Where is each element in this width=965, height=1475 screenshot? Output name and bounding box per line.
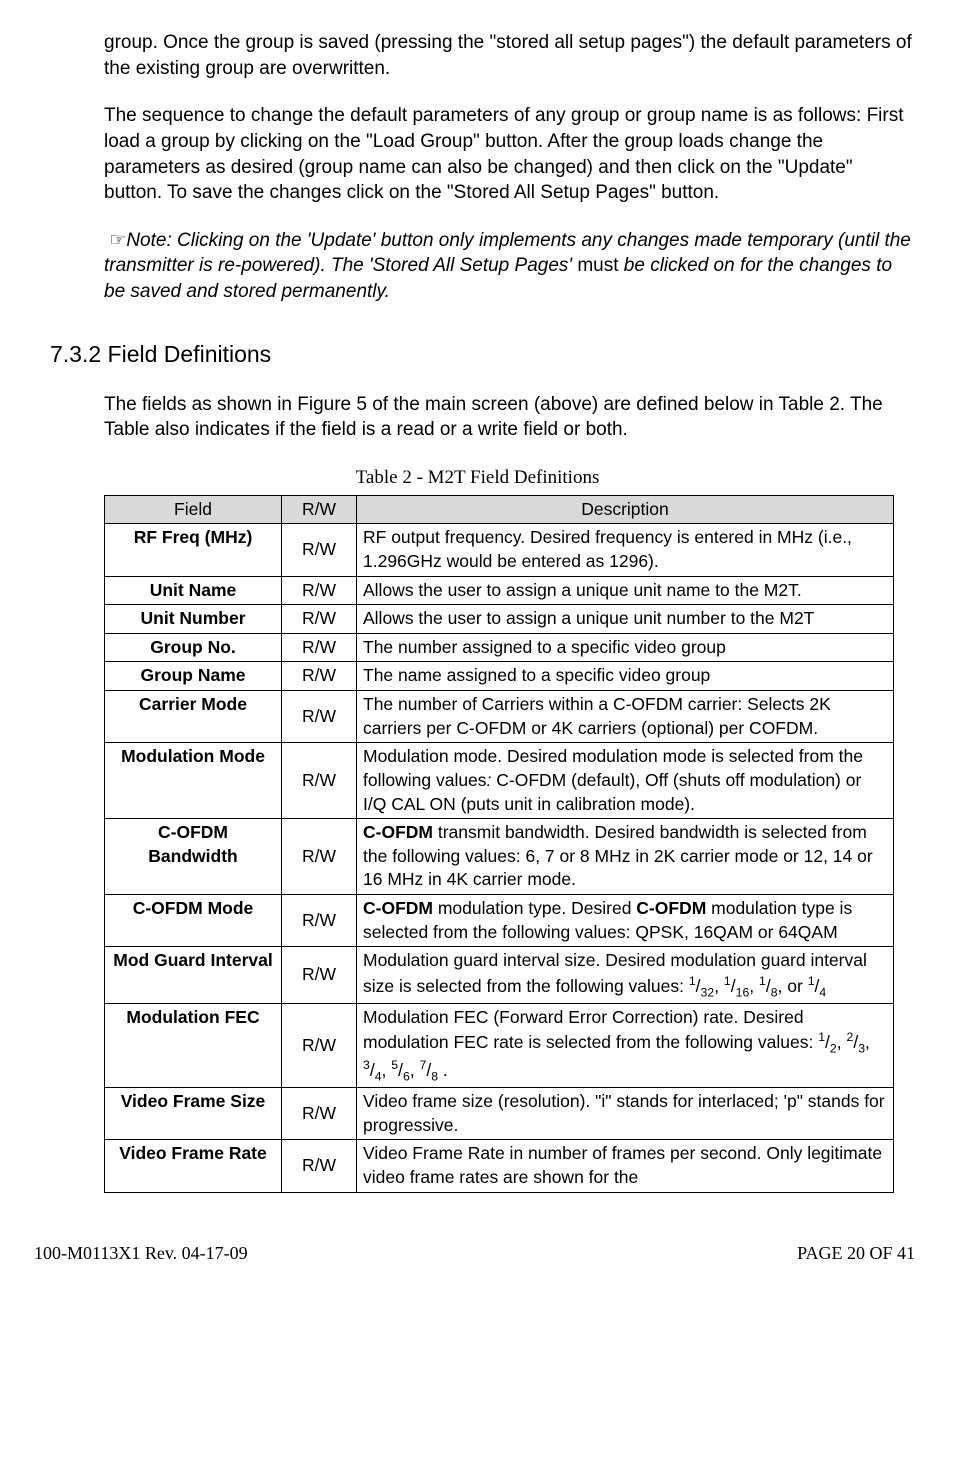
cell-rw: R/W [282,819,357,895]
table-row: Unit NameR/WAllows the user to assign a … [105,576,894,605]
field-definitions-table: Field R/W Description RF Freq (MHz)R/WRF… [104,495,894,1193]
cell-field: Video Frame Size [105,1088,282,1140]
table-row: Modulation ModeR/WModulation mode. Desir… [105,743,894,819]
note-icon: ☞ [104,230,126,251]
paragraph-sequence: The sequence to change the default param… [104,103,915,206]
cell-description: Modulation mode. Desired modulation mode… [357,743,894,819]
cell-rw: R/W [282,633,357,662]
header-rw: R/W [282,495,357,524]
paragraph-continuation: group. Once the group is saved (pressing… [104,30,915,81]
cell-description: C-OFDM transmit bandwidth. Desired bandw… [357,819,894,895]
footer-left: 100-M0113X1 Rev. 04-17-09 [34,1241,248,1265]
note-must: must [577,255,618,276]
cell-field: Video Frame Rate [105,1140,282,1192]
cell-description: Modulation FEC (Forward Error Correction… [357,1003,894,1087]
cell-rw: R/W [282,1140,357,1192]
cell-rw: R/W [282,895,357,947]
cell-description: Allows the user to assign a unique unit … [357,605,894,634]
table-row: C-OFDM ModeR/WC-OFDM modulation type. De… [105,895,894,947]
cell-rw: R/W [282,605,357,634]
section-heading: 7.3.2 Field Definitions [50,339,925,370]
table-row: C-OFDM BandwidthR/WC-OFDM transmit bandw… [105,819,894,895]
table-row: Carrier ModeR/WThe number of Carriers wi… [105,691,894,743]
cell-description: The number assigned to a specific video … [357,633,894,662]
intro-paragraph: The fields as shown in Figure 5 of the m… [104,392,915,443]
table-row: RF Freq (MHz)R/WRF output frequency. Des… [105,524,894,576]
section-title: Field Definitions [108,341,272,367]
cell-field: Modulation FEC [105,1003,282,1087]
cell-description: Allows the user to assign a unique unit … [357,576,894,605]
cell-description: Video Frame Rate in number of frames per… [357,1140,894,1192]
cell-rw: R/W [282,743,357,819]
cell-field: Carrier Mode [105,691,282,743]
cell-description: The name assigned to a specific video gr… [357,662,894,691]
cell-field: Unit Number [105,605,282,634]
table-row: Video Frame SizeR/WVideo frame size (res… [105,1088,894,1140]
section-number: 7.3.2 [50,341,101,367]
cell-field: RF Freq (MHz) [105,524,282,576]
footer-right: PAGE 20 OF 41 [797,1241,915,1265]
cell-description: The number of Carriers within a C-OFDM c… [357,691,894,743]
table-header-row: Field R/W Description [105,495,894,524]
cell-field: C-OFDM Mode [105,895,282,947]
cell-field: Mod Guard Interval [105,947,282,1003]
cell-description: Modulation guard interval size. Desired … [357,947,894,1003]
cell-rw: R/W [282,691,357,743]
cell-field: Group No. [105,633,282,662]
cell-field: Modulation Mode [105,743,282,819]
cell-field: Unit Name [105,576,282,605]
cell-rw: R/W [282,947,357,1003]
table-row: Video Frame RateR/WVideo Frame Rate in n… [105,1140,894,1192]
cell-field: C-OFDM Bandwidth [105,819,282,895]
table-row: Mod Guard IntervalR/WModulation guard in… [105,947,894,1003]
table-row: Group NameR/WThe name assigned to a spec… [105,662,894,691]
page-footer: 100-M0113X1 Rev. 04-17-09 PAGE 20 OF 41 [30,1241,925,1265]
header-field: Field [105,495,282,524]
note-paragraph: ☞Note: Clicking on the 'Update' button o… [104,228,915,305]
table-row: Group No.R/WThe number assigned to a spe… [105,633,894,662]
cell-rw: R/W [282,524,357,576]
header-desc: Description [357,495,894,524]
table-row: Unit NumberR/WAllows the user to assign … [105,605,894,634]
cell-field: Group Name [105,662,282,691]
table-caption: Table 2 - M2T Field Definitions [30,465,925,491]
cell-rw: R/W [282,662,357,691]
cell-description: C-OFDM modulation type. Desired C-OFDM m… [357,895,894,947]
cell-rw: R/W [282,1088,357,1140]
cell-rw: R/W [282,576,357,605]
cell-description: RF output frequency. Desired frequency i… [357,524,894,576]
cell-rw: R/W [282,1003,357,1087]
cell-description: Video frame size (resolution). "i" stand… [357,1088,894,1140]
table-row: Modulation FECR/WModulation FEC (Forward… [105,1003,894,1087]
